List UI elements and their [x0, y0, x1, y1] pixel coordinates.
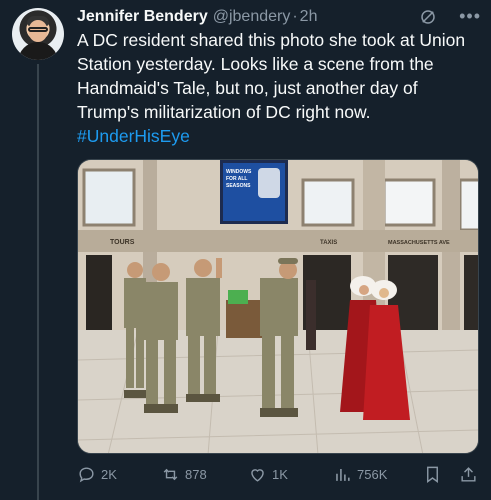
grok-icon[interactable]	[419, 8, 437, 26]
more-icon[interactable]: •••	[459, 6, 481, 27]
repost-button[interactable]: 878	[161, 462, 207, 486]
post-text: A DC resident shared this photo she took…	[77, 28, 477, 148]
post-body: A DC resident shared this photo she took…	[77, 30, 466, 122]
bookmark-icon	[427, 466, 438, 483]
screen-line-2: FOR ALL	[226, 176, 247, 182]
sign-massachusetts: MASSACHUSETTS AVE	[388, 240, 450, 246]
thread-line	[37, 64, 39, 500]
author-handle[interactable]: @jbendery	[213, 8, 291, 26]
separator-dot: ·	[292, 8, 298, 25]
author-avatar[interactable]	[12, 8, 64, 60]
repost-count: 878	[185, 466, 207, 482]
share-button[interactable]	[459, 462, 478, 486]
post-time[interactable]: 2h	[300, 8, 318, 26]
screen-line-3: SEASONS	[226, 183, 251, 189]
bookmark-button[interactable]	[423, 462, 442, 486]
screen-line-1: WINDOWS	[226, 169, 252, 175]
action-bar: 2K 878 1K 756K	[77, 462, 482, 486]
view-count: 756K	[357, 466, 388, 482]
share-icon	[461, 466, 476, 482]
reply-count: 2K	[101, 466, 117, 482]
reply-button[interactable]: 2K	[77, 462, 117, 486]
heart-icon	[251, 468, 264, 482]
hashtag-link[interactable]: #UnderHisEye	[77, 126, 190, 146]
reply-icon	[79, 466, 94, 482]
like-button[interactable]: 1K	[248, 462, 288, 486]
post-header: Jennifer Bendery @jbendery · 2h •••	[77, 6, 481, 28]
post-photo[interactable]: TOURS TAXIS MASSACHUSETTS AVE WINDOWS FO…	[77, 159, 479, 454]
views-button[interactable]: 756K	[333, 462, 387, 486]
like-count: 1K	[272, 466, 288, 482]
sign-tours: TOURS	[110, 239, 135, 246]
analytics-icon	[336, 468, 350, 481]
sign-taxis: TAXIS	[320, 240, 337, 246]
repost-icon	[163, 468, 178, 480]
author-name[interactable]: Jennifer Bendery	[77, 8, 208, 26]
